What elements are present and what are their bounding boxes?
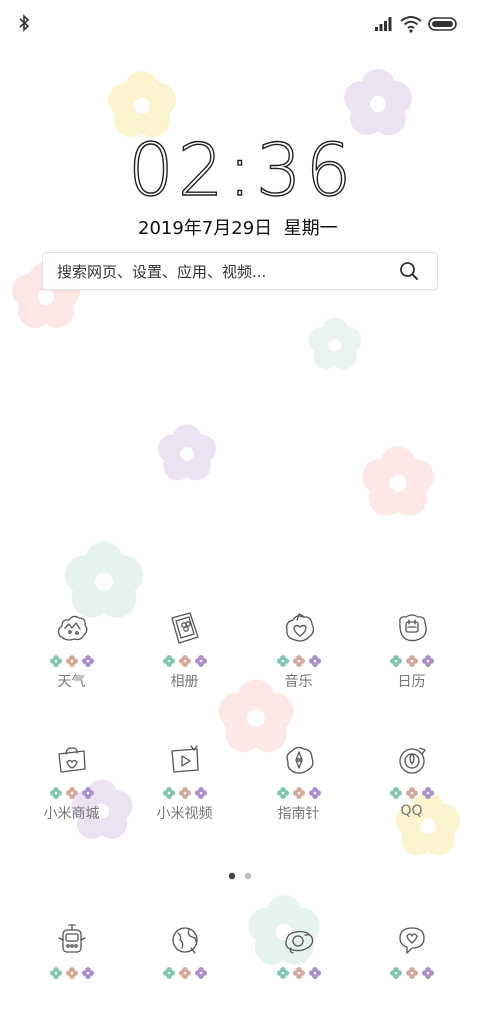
status-bar bbox=[0, 0, 480, 50]
app-mi-store[interactable]: 小米商城 bbox=[15, 742, 128, 823]
page-indicator[interactable] bbox=[228, 872, 254, 880]
calendar-icon bbox=[398, 614, 427, 642]
music-icon bbox=[285, 613, 314, 642]
app-gallery[interactable]: 相册 bbox=[128, 610, 241, 691]
dock-browser[interactable] bbox=[128, 922, 241, 980]
dock-camera[interactable] bbox=[242, 922, 355, 980]
app-label: 天气 bbox=[57, 674, 86, 690]
dock-phone[interactable] bbox=[15, 922, 128, 980]
decor-dots bbox=[162, 786, 208, 800]
decor-dots bbox=[49, 966, 95, 980]
decor-dots bbox=[162, 654, 208, 668]
app-label: 音乐 bbox=[284, 674, 313, 690]
app-label: 小米视频 bbox=[156, 806, 213, 822]
app-label: 指南针 bbox=[277, 806, 320, 822]
flower-green-2 bbox=[64, 541, 144, 618]
search-icon[interactable] bbox=[399, 261, 419, 281]
decor-dots bbox=[162, 966, 208, 980]
app-calendar[interactable]: 日历 bbox=[355, 610, 468, 691]
weather-icon bbox=[57, 615, 87, 641]
decor-dots bbox=[389, 786, 435, 800]
app-mi-video[interactable]: 小米视频 bbox=[128, 742, 241, 823]
decor-dots bbox=[276, 786, 322, 800]
signal-icon bbox=[375, 17, 392, 31]
app-label: 小米商城 bbox=[43, 806, 100, 822]
decor-dots bbox=[389, 654, 435, 668]
page-dot bbox=[244, 872, 252, 880]
search-bar[interactable]: 搜索网页、设置、应用、视频... bbox=[42, 252, 438, 290]
app-label: QQ bbox=[400, 803, 423, 819]
wifi-icon bbox=[400, 16, 422, 33]
app-qq[interactable]: QQ bbox=[355, 742, 468, 819]
decor-dots bbox=[49, 786, 95, 800]
mi-store-icon bbox=[57, 747, 86, 773]
clock-date[interactable]: 2019年7月29日 星期一 bbox=[138, 214, 338, 240]
dock-messages[interactable] bbox=[355, 922, 468, 980]
decor-dots bbox=[389, 966, 435, 980]
decor-dots bbox=[49, 654, 95, 668]
gallery-icon bbox=[170, 612, 199, 644]
decor-dots bbox=[276, 654, 322, 668]
flower-purple-2 bbox=[158, 424, 216, 481]
messages-icon bbox=[398, 927, 425, 954]
bluetooth-icon bbox=[19, 14, 30, 32]
browser-icon bbox=[171, 927, 198, 954]
app-music[interactable]: 音乐 bbox=[242, 610, 355, 691]
battery-icon bbox=[428, 17, 457, 31]
qq-icon bbox=[398, 747, 426, 774]
compass-icon bbox=[285, 746, 314, 774]
decor-dots bbox=[276, 966, 322, 980]
camera-icon bbox=[284, 930, 313, 954]
mi-video-icon bbox=[170, 745, 199, 773]
app-label: 日历 bbox=[397, 674, 426, 690]
flower-purple bbox=[344, 69, 412, 135]
flower-green bbox=[308, 317, 362, 370]
flower-pink-2 bbox=[362, 446, 434, 516]
app-weather[interactable]: 天气 bbox=[15, 610, 128, 691]
search-placeholder: 搜索网页、设置、应用、视频... bbox=[57, 263, 267, 281]
phone-icon bbox=[57, 924, 86, 953]
app-compass[interactable]: 指南针 bbox=[242, 742, 355, 823]
clock-time[interactable]: 02:36 bbox=[127, 131, 356, 208]
app-label: 相册 bbox=[170, 674, 199, 690]
page-dot-active bbox=[228, 872, 236, 880]
